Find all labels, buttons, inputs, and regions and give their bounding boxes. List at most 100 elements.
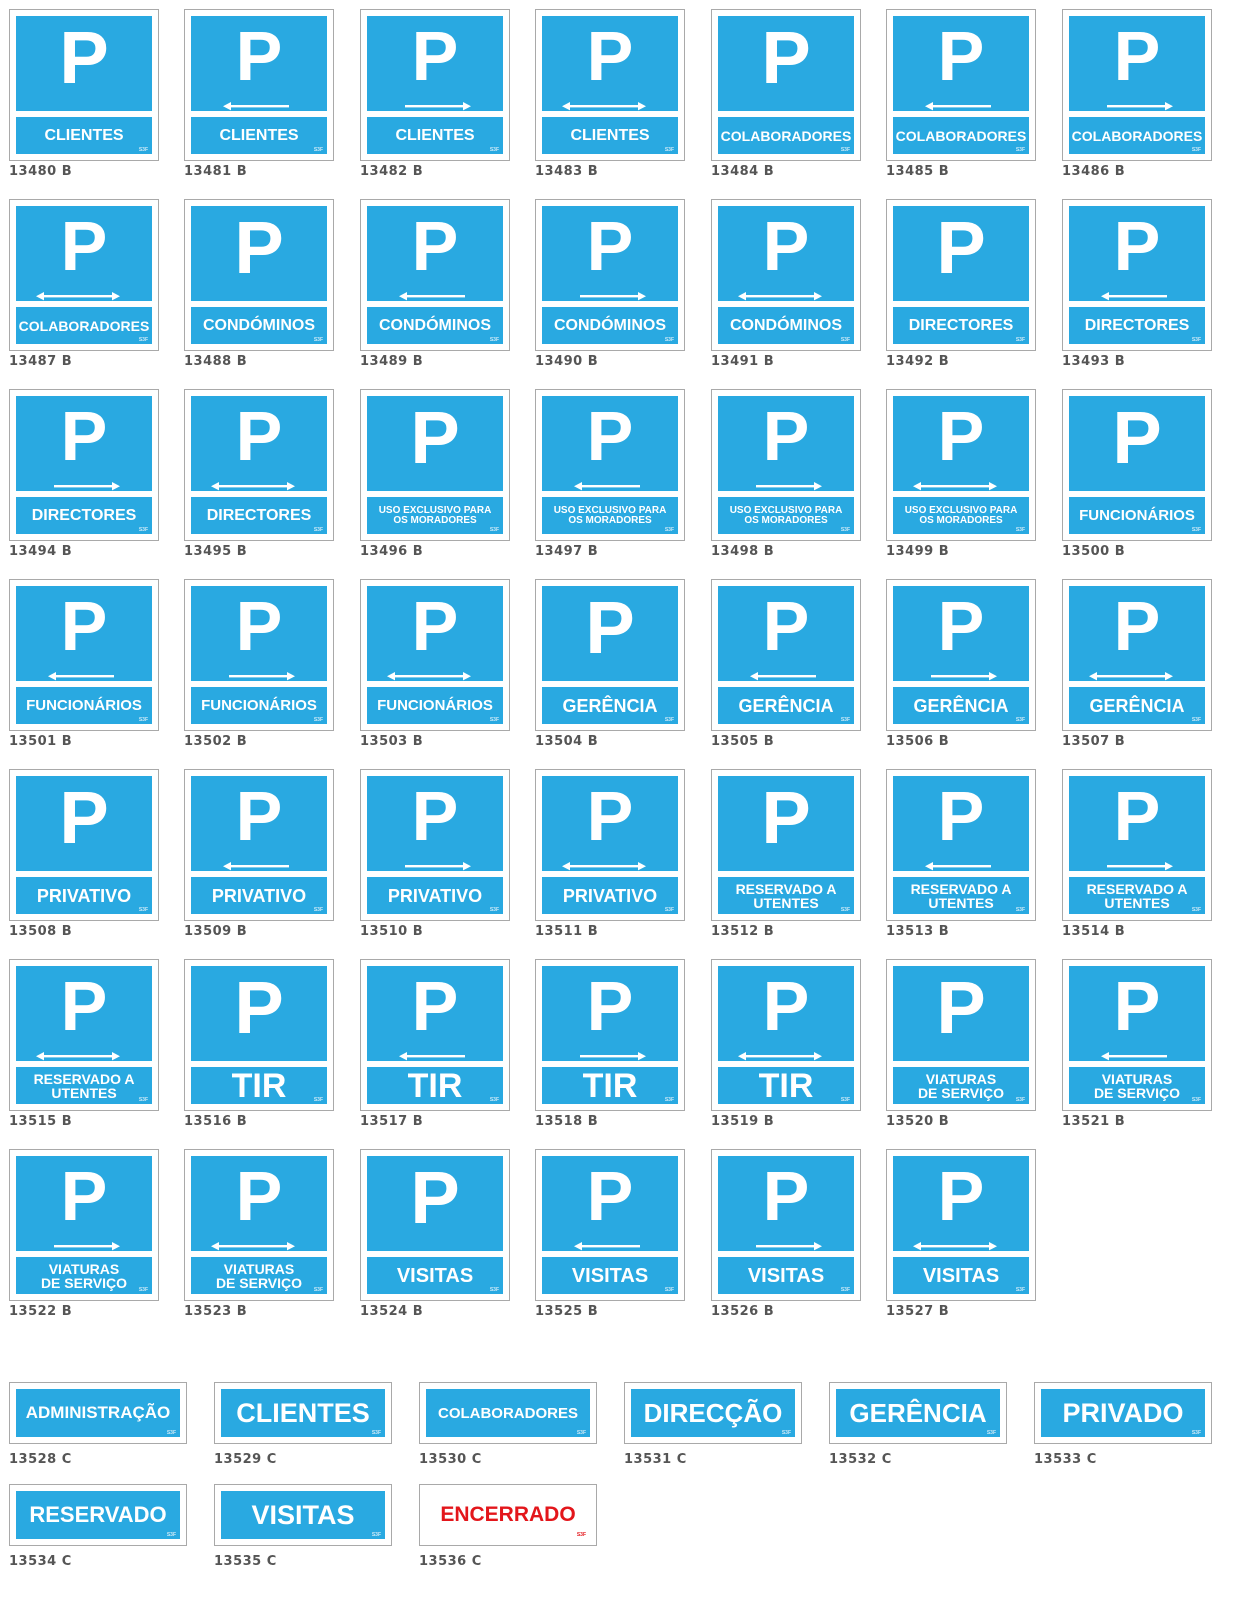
parking-p-icon: P xyxy=(234,206,284,289)
parking-sign[interactable]: P CONDÓMINOS S3F xyxy=(535,199,685,351)
brand-logo: S3F xyxy=(313,1097,323,1103)
product-code: 13534 C xyxy=(9,1554,72,1569)
parking-sign[interactable]: P TIR S3F xyxy=(535,959,685,1111)
parking-sign[interactable]: P GERÊNCIA S3F xyxy=(1062,579,1212,731)
parking-sign[interactable]: P RESERVADO A UTENTES S3F xyxy=(886,769,1036,921)
parking-sign[interactable]: P CONDÓMINOS S3F xyxy=(184,199,334,351)
parking-sign[interactable]: P PRIVATIVO S3F xyxy=(184,769,334,921)
door-plate[interactable]: DIRECÇÃO S3F xyxy=(624,1382,802,1444)
parking-sign[interactable]: P USO EXCLUSIVO PARA OS MORADORES S3F xyxy=(535,389,685,541)
parking-sign[interactable]: P CLIENTES S3F xyxy=(9,9,159,161)
arrow-right-icon xyxy=(931,672,997,681)
parking-sign[interactable]: P TIR S3F xyxy=(711,959,861,1111)
parking-panel: P xyxy=(16,586,152,681)
parking-sign[interactable]: P FUNCIONÁRIOS S3F xyxy=(360,579,510,731)
sign-label: VISITAS S3F xyxy=(367,1257,503,1294)
parking-sign[interactable]: P CLIENTES S3F xyxy=(184,9,334,161)
parking-sign[interactable]: P DIRECTORES S3F xyxy=(886,199,1036,351)
parking-sign[interactable]: P CLIENTES S3F xyxy=(360,9,510,161)
brand-logo: S3F xyxy=(489,147,499,153)
parking-sign[interactable]: P VISITAS S3F xyxy=(360,1149,510,1301)
door-plate[interactable]: ADMINISTRAÇÃO S3F xyxy=(9,1382,187,1444)
product-code: 13482 B xyxy=(360,164,424,179)
brand-logo: S3F xyxy=(371,1532,381,1538)
door-plate[interactable]: PRIVADO S3F xyxy=(1034,1382,1212,1444)
brand-logo: S3F xyxy=(489,907,499,913)
parking-panel: P xyxy=(16,1156,152,1251)
door-plate[interactable]: VISITAS S3F xyxy=(214,1484,392,1546)
product-code: 13525 B xyxy=(535,1304,599,1319)
parking-sign[interactable]: P RESERVADO A UTENTES S3F xyxy=(711,769,861,921)
parking-panel: P xyxy=(718,586,854,681)
brand-logo: S3F xyxy=(664,527,674,533)
parking-p-icon: P xyxy=(235,17,283,95)
sign-label: GERÊNCIA S3F xyxy=(542,687,678,724)
direction-arrow xyxy=(1069,288,1205,301)
sign-label: COLABORADORES S3F xyxy=(893,117,1029,154)
sign-label: GERÊNCIA S3F xyxy=(893,687,1029,724)
parking-sign[interactable]: P VIATURAS DE SERVIÇO S3F xyxy=(886,959,1036,1111)
sign-label: FUNCIONÁRIOS S3F xyxy=(191,687,327,724)
direction-arrow xyxy=(893,1238,1029,1251)
parking-sign[interactable]: P FUNCIONÁRIOS S3F xyxy=(1062,389,1212,541)
parking-sign[interactable]: P USO EXCLUSIVO PARA OS MORADORES S3F xyxy=(886,389,1036,541)
door-plate[interactable]: RESERVADO S3F xyxy=(9,1484,187,1546)
parking-sign[interactable]: P VIATURAS DE SERVIÇO S3F xyxy=(1062,959,1212,1111)
parking-sign[interactable]: P CONDÓMINOS S3F xyxy=(711,199,861,351)
parking-sign[interactable]: P VIATURAS DE SERVIÇO S3F xyxy=(9,1149,159,1301)
parking-sign[interactable]: P USO EXCLUSIVO PARA OS MORADORES S3F xyxy=(360,389,510,541)
parking-sign[interactable]: P FUNCIONÁRIOS S3F xyxy=(9,579,159,731)
sign-label: PRIVATIVO S3F xyxy=(367,877,503,914)
parking-sign[interactable]: P VISITAS S3F xyxy=(535,1149,685,1301)
parking-sign[interactable]: P DIRECTORES S3F xyxy=(9,389,159,541)
parking-sign[interactable]: P FUNCIONÁRIOS S3F xyxy=(184,579,334,731)
arrow-both-icon xyxy=(562,102,646,111)
parking-sign[interactable]: P GERÊNCIA S3F xyxy=(535,579,685,731)
product-code: 13490 B xyxy=(535,354,599,369)
sign-label: CLIENTES S3F xyxy=(191,117,327,154)
parking-sign[interactable]: P CONDÓMINOS S3F xyxy=(360,199,510,351)
parking-sign[interactable]: P PRIVATIVO S3F xyxy=(535,769,685,921)
product-code: 13509 B xyxy=(184,924,248,939)
parking-sign[interactable]: P RESERVADO A UTENTES S3F xyxy=(9,959,159,1111)
direction-arrow xyxy=(16,1238,152,1251)
arrow-left-icon xyxy=(1101,292,1167,301)
parking-sign[interactable]: P GERÊNCIA S3F xyxy=(886,579,1036,731)
parking-sign[interactable]: P VISITAS S3F xyxy=(886,1149,1036,1301)
parking-sign[interactable]: P DIRECTORES S3F xyxy=(1062,199,1212,351)
door-plate[interactable]: COLABORADORES S3F xyxy=(419,1382,597,1444)
product-code: 13491 B xyxy=(711,354,775,369)
parking-panel: P xyxy=(542,16,678,111)
parking-sign[interactable]: P COLABORADORES S3F xyxy=(1062,9,1212,161)
product-code: 13507 B xyxy=(1062,734,1126,749)
parking-sign[interactable]: P COLABORADORES S3F xyxy=(9,199,159,351)
parking-sign[interactable]: P COLABORADORES S3F xyxy=(711,9,861,161)
parking-sign[interactable]: P COLABORADORES S3F xyxy=(886,9,1036,161)
parking-p-icon: P xyxy=(410,396,460,479)
door-plate[interactable]: CLIENTES S3F xyxy=(214,1382,392,1444)
arrow-right-icon xyxy=(580,1052,646,1061)
arrow-left-icon xyxy=(399,1052,465,1061)
parking-sign[interactable]: P PRIVATIVO S3F xyxy=(9,769,159,921)
parking-sign[interactable]: P USO EXCLUSIVO PARA OS MORADORES S3F xyxy=(711,389,861,541)
brand-logo: S3F xyxy=(840,907,850,913)
product-code: 13517 B xyxy=(360,1114,424,1129)
arrow-left-icon xyxy=(925,862,991,871)
parking-sign[interactable]: P TIR S3F xyxy=(360,959,510,1111)
direction-arrow xyxy=(16,1048,152,1061)
parking-sign[interactable]: P VIATURAS DE SERVIÇO S3F xyxy=(184,1149,334,1301)
parking-sign[interactable]: P TIR S3F xyxy=(184,959,334,1111)
parking-sign[interactable]: P DIRECTORES S3F xyxy=(184,389,334,541)
door-plate[interactable]: GERÊNCIA S3F xyxy=(829,1382,1007,1444)
arrow-right-icon xyxy=(405,862,471,871)
door-plate[interactable]: ENCERRADO S3F xyxy=(419,1484,597,1546)
parking-sign[interactable]: P GERÊNCIA S3F xyxy=(711,579,861,731)
parking-panel: P xyxy=(367,396,503,491)
parking-sign[interactable]: P CLIENTES S3F xyxy=(535,9,685,161)
parking-p-icon: P xyxy=(762,397,810,475)
parking-sign[interactable]: P PRIVATIVO S3F xyxy=(360,769,510,921)
brand-logo: S3F xyxy=(313,147,323,153)
parking-sign[interactable]: P RESERVADO A UTENTES S3F xyxy=(1062,769,1212,921)
parking-panel: P xyxy=(893,206,1029,301)
parking-sign[interactable]: P VISITAS S3F xyxy=(711,1149,861,1301)
